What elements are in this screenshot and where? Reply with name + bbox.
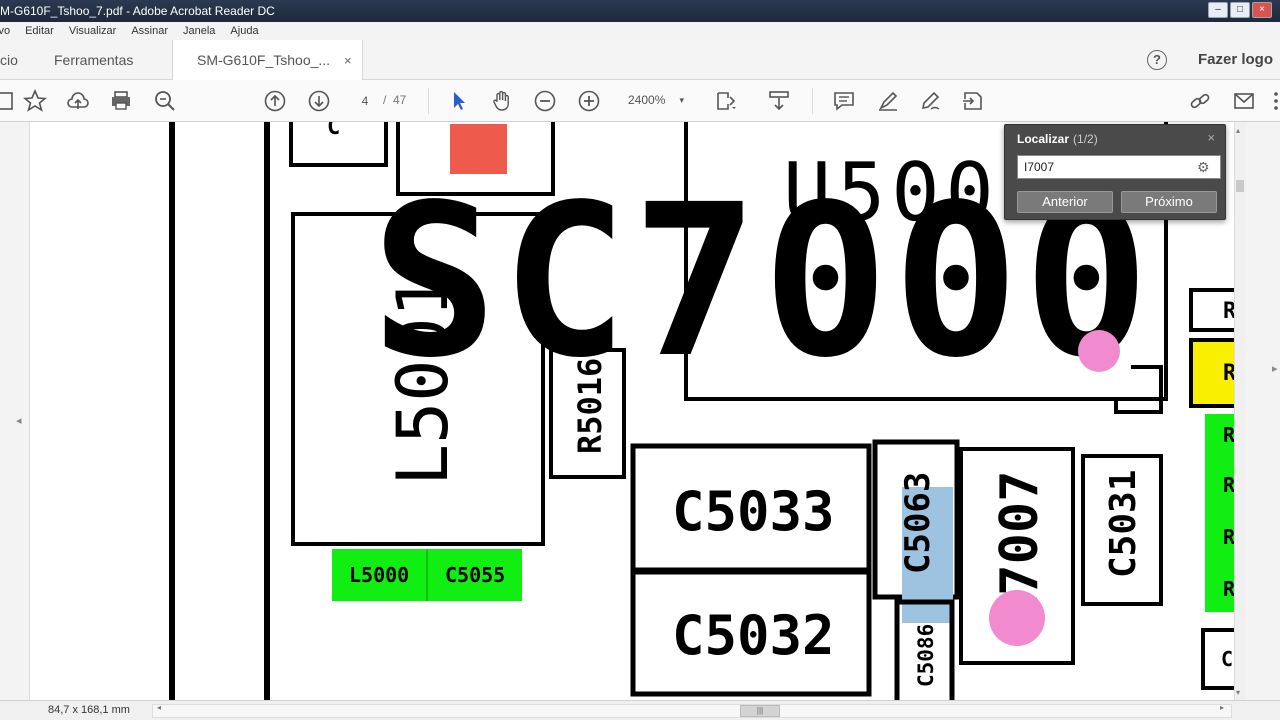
- find-panel-title: Localizar (1/2): [1017, 132, 1098, 146]
- comment-icon[interactable]: [832, 89, 856, 113]
- status-bar: 84,7 x 168,1 mm: [0, 700, 1280, 720]
- toolbar-divider: [428, 88, 429, 114]
- c5063-label: C5063: [898, 472, 938, 574]
- menu-file[interactable]: ivo: [0, 25, 10, 37]
- window-title: M-G610F_Tshoo_7.pdf - Adobe Acrobat Read…: [0, 4, 275, 18]
- board-edge-line: [169, 122, 175, 700]
- link-icon[interactable]: [1188, 89, 1212, 113]
- chevron-down-icon: ▾: [679, 95, 684, 105]
- sign-pen-icon[interactable]: [918, 89, 942, 113]
- r-edge-label: R: [1223, 423, 1234, 447]
- more-options-icon[interactable]: [1270, 89, 1280, 113]
- menu-edit[interactable]: Editar: [25, 25, 54, 37]
- menu-window[interactable]: Janela: [183, 25, 215, 37]
- horizontal-scroll-thumb[interactable]: |||: [740, 705, 780, 717]
- toolbar: 4 / 47 2400% ▾: [0, 80, 1280, 122]
- share-export-icon[interactable]: [961, 89, 985, 113]
- page-number-input[interactable]: 4: [349, 88, 381, 112]
- scroll-down-arrow[interactable]: ▾: [1236, 688, 1240, 697]
- find-title-label: Localizar: [1017, 132, 1070, 146]
- previous-page-icon[interactable]: [263, 89, 287, 113]
- save-icon[interactable]: [0, 89, 18, 113]
- bookmark-star-icon[interactable]: [22, 88, 48, 113]
- c5033-label: C5033: [672, 480, 835, 543]
- title-bar: M-G610F_Tshoo_7.pdf - Adobe Acrobat Read…: [0, 0, 1280, 22]
- maximize-button[interactable]: □: [1230, 2, 1250, 18]
- right-panel-gutter: [1246, 122, 1280, 700]
- c5055-label: C5055: [445, 563, 505, 587]
- search-hit-marker: [989, 590, 1045, 646]
- find-result-count: (1/2): [1073, 132, 1098, 146]
- email-icon[interactable]: [1232, 89, 1256, 113]
- find-panel: Localizar (1/2) × I7007 ⚙ Anterior Próxim…: [1004, 124, 1226, 220]
- toolbar-divider: [812, 88, 813, 114]
- help-icon[interactable]: ?: [1147, 50, 1167, 70]
- gear-icon[interactable]: ⚙: [1197, 159, 1213, 175]
- board-edge-line: [264, 122, 270, 700]
- c-edge-label: C: [1221, 647, 1233, 671]
- vertical-scrollbar[interactable]: [1234, 122, 1246, 700]
- menu-view[interactable]: Visualizar: [69, 25, 117, 37]
- tab-document[interactable]: SM-G610F_Tshoo_... ×: [172, 40, 363, 80]
- tab-bar: cio Ferramentas SM-G610F_Tshoo_... × ? F…: [0, 40, 1280, 80]
- scroll-up-arrow[interactable]: ▴: [1236, 126, 1240, 135]
- highlight-pen-icon[interactable]: [876, 89, 900, 113]
- find-input[interactable]: I7007: [1017, 155, 1221, 179]
- vertical-scroll-thumb[interactable]: [1236, 180, 1244, 192]
- page-separator: /: [383, 93, 387, 107]
- search-hit-marker: [1078, 330, 1120, 372]
- r-edge-label: R: [1223, 473, 1234, 497]
- expand-left-panel-icon[interactable]: ◂: [16, 414, 22, 427]
- window-controls: – □ ×: [1208, 2, 1272, 18]
- scroll-right-arrow[interactable]: ▸: [1220, 703, 1224, 712]
- next-page-icon[interactable]: [307, 89, 331, 113]
- page-display-icon[interactable]: [714, 89, 738, 113]
- r-edge-label: R: [1223, 299, 1234, 324]
- c5032-label: C5032: [672, 604, 835, 667]
- r-edge-label: R: [1223, 525, 1234, 549]
- r-edge-label: R: [1223, 577, 1234, 601]
- hand-tool-icon[interactable]: [490, 89, 514, 113]
- r-edge-label: R: [1223, 361, 1234, 386]
- zoom-select[interactable]: 2400% ▾: [620, 88, 692, 112]
- page-total: 47: [393, 93, 407, 107]
- c5086-label: C5086: [914, 624, 938, 687]
- search-zoom-icon[interactable]: [153, 89, 177, 113]
- close-window-button[interactable]: ×: [1252, 2, 1272, 18]
- print-icon[interactable]: [109, 89, 133, 113]
- horizontal-scrollbar[interactable]: [152, 704, 1232, 718]
- menu-sign[interactable]: Assinar: [131, 25, 168, 37]
- close-tab-icon[interactable]: ×: [344, 53, 352, 68]
- page-dimensions: 84,7 x 168,1 mm: [48, 704, 130, 716]
- upload-cloud-icon[interactable]: [66, 89, 90, 113]
- tab-home[interactable]: cio: [0, 40, 18, 80]
- zoom-out-icon[interactable]: [533, 89, 557, 113]
- sign-in-button[interactable]: Fazer logo: [1198, 40, 1273, 80]
- find-next-button[interactable]: Próximo: [1121, 191, 1217, 213]
- zoom-value: 2400%: [628, 93, 666, 107]
- expand-right-panel-icon[interactable]: ▸: [1272, 362, 1278, 375]
- c5031-label: C5031: [1103, 470, 1144, 578]
- select-cursor-icon[interactable]: [447, 89, 471, 113]
- zoom-in-icon[interactable]: [577, 89, 601, 113]
- minimize-button[interactable]: –: [1208, 2, 1228, 18]
- menu-bar: ivo Editar Visualizar Assinar Janela Aju…: [0, 22, 1280, 40]
- component-top-label: C: [327, 122, 340, 140]
- left-panel-gutter: [0, 122, 30, 700]
- find-previous-button[interactable]: Anterior: [1017, 191, 1113, 213]
- scroll-mode-icon[interactable]: [767, 89, 791, 113]
- menu-help[interactable]: Ajuda: [230, 25, 258, 37]
- scroll-left-arrow[interactable]: ◂: [157, 703, 161, 712]
- tab-document-label: SM-G610F_Tshoo_...: [197, 52, 331, 68]
- tab-tools[interactable]: Ferramentas: [54, 40, 133, 80]
- l5000-label: L5000: [349, 563, 409, 587]
- close-icon[interactable]: ×: [1207, 130, 1215, 145]
